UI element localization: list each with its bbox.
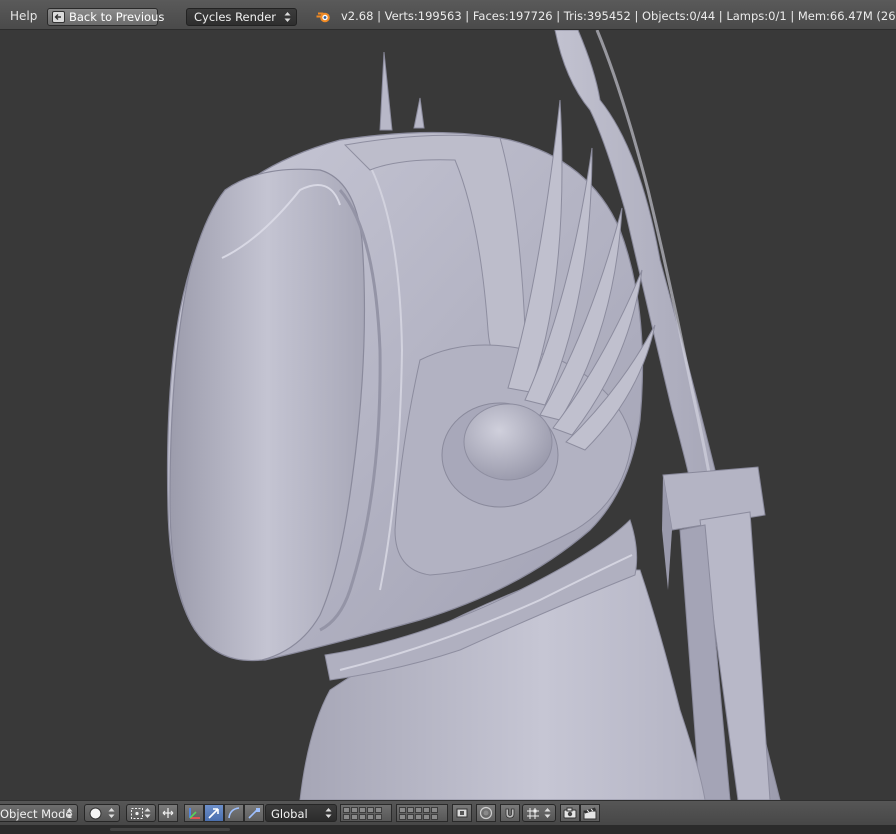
layer-cell[interactable]: [359, 814, 366, 820]
layer-cell[interactable]: [343, 807, 350, 813]
layer-cell[interactable]: [375, 814, 382, 820]
layer-cell[interactable]: [407, 814, 414, 820]
3d-viewport[interactable]: [0, 30, 896, 800]
layer-cell[interactable]: [431, 807, 438, 813]
render-engine-select[interactable]: Cycles Render: [186, 8, 297, 26]
scene-layers-grid-2[interactable]: [396, 804, 448, 822]
snap-element-select[interactable]: [522, 804, 556, 822]
layer-cell[interactable]: [359, 807, 366, 813]
rotate-arc-icon: [228, 807, 240, 819]
scrollbar-thumb[interactable]: [110, 828, 230, 831]
clapperboard-icon: [583, 807, 597, 820]
ear-disc-model: [441, 402, 559, 508]
layer-cell[interactable]: [351, 814, 358, 820]
layer-cell[interactable]: [367, 807, 374, 813]
viewport-render: [166, 30, 781, 800]
layer-cell[interactable]: [423, 814, 430, 820]
lock-camera-layers-button[interactable]: [452, 804, 472, 822]
updown-arrows-icon: [544, 808, 551, 818]
layer-cell[interactable]: [367, 814, 374, 820]
updown-arrows-icon: [66, 808, 73, 818]
layer-cell[interactable]: [399, 807, 406, 813]
manipulator-axes-icon: [189, 808, 200, 819]
layer-cell[interactable]: [375, 807, 382, 813]
translate-arrow-icon: [208, 808, 219, 819]
updown-arrows-icon: [284, 12, 291, 22]
help-menu[interactable]: Help: [10, 9, 37, 23]
viewport-shading-select[interactable]: [84, 804, 120, 822]
scale-icon: [248, 808, 260, 819]
back-to-previous-button[interactable]: Back to Previous: [47, 8, 164, 26]
solid-shading-icon: [89, 807, 102, 820]
layer-cell[interactable]: [399, 814, 406, 820]
object-mode-label: Object Mode: [0, 807, 73, 821]
snap-toggle-button[interactable]: [500, 804, 520, 822]
magnet-icon: [505, 808, 515, 819]
render-opengl-image-button[interactable]: [560, 804, 580, 822]
render-engine-label: Cycles Render: [194, 10, 277, 24]
rotate-manipulator-button[interactable]: [224, 804, 244, 822]
back-arrow-icon: [52, 11, 65, 23]
scene-statistics: v2.68 | Verts:199563 | Faces:197726 | Tr…: [341, 9, 896, 23]
scale-manipulator-button[interactable]: [244, 804, 264, 822]
layer-cell[interactable]: [343, 814, 350, 820]
scene-layers-grid[interactable]: [340, 804, 392, 822]
camera-icon: [563, 807, 577, 819]
layer-cell[interactable]: [415, 807, 422, 813]
pivot-bounding-box-icon: [131, 808, 143, 819]
translate-manipulator-button[interactable]: [204, 804, 224, 822]
layer-cell[interactable]: [423, 807, 430, 813]
transform-orientation-label: Global: [271, 807, 308, 821]
layer-cell[interactable]: [407, 807, 414, 813]
layer-cell[interactable]: [415, 814, 422, 820]
transform-manipulator-toggle[interactable]: [184, 804, 204, 822]
layer-cell[interactable]: [351, 807, 358, 813]
pivot-point-select[interactable]: [126, 804, 156, 822]
pivot-manipulate-center-button[interactable]: [158, 804, 178, 822]
updown-arrows-icon: [108, 808, 115, 818]
manipulate-center-icon: [162, 808, 174, 818]
info-header: Help Back to Previous Cycles Render v2.6…: [0, 0, 896, 30]
layer-lock-icon: [456, 808, 468, 818]
back-to-previous-label: Back to Previous: [69, 10, 165, 24]
transform-orientation-select[interactable]: Global: [265, 804, 337, 822]
proportional-editing-button[interactable]: [476, 804, 496, 822]
view3d-header: Object Mode Global: [0, 800, 896, 825]
snap-grid-icon: [527, 808, 539, 819]
proportional-edit-icon: [479, 806, 493, 820]
blender-logo-icon: [316, 12, 330, 23]
bottom-scroll-strip: [0, 825, 896, 834]
layer-cell[interactable]: [431, 814, 438, 820]
object-mode-select[interactable]: Object Mode: [0, 804, 78, 822]
updown-arrows-icon: [144, 808, 151, 818]
updown-arrows-icon: [325, 808, 332, 818]
render-opengl-animation-button[interactable]: [580, 804, 600, 822]
